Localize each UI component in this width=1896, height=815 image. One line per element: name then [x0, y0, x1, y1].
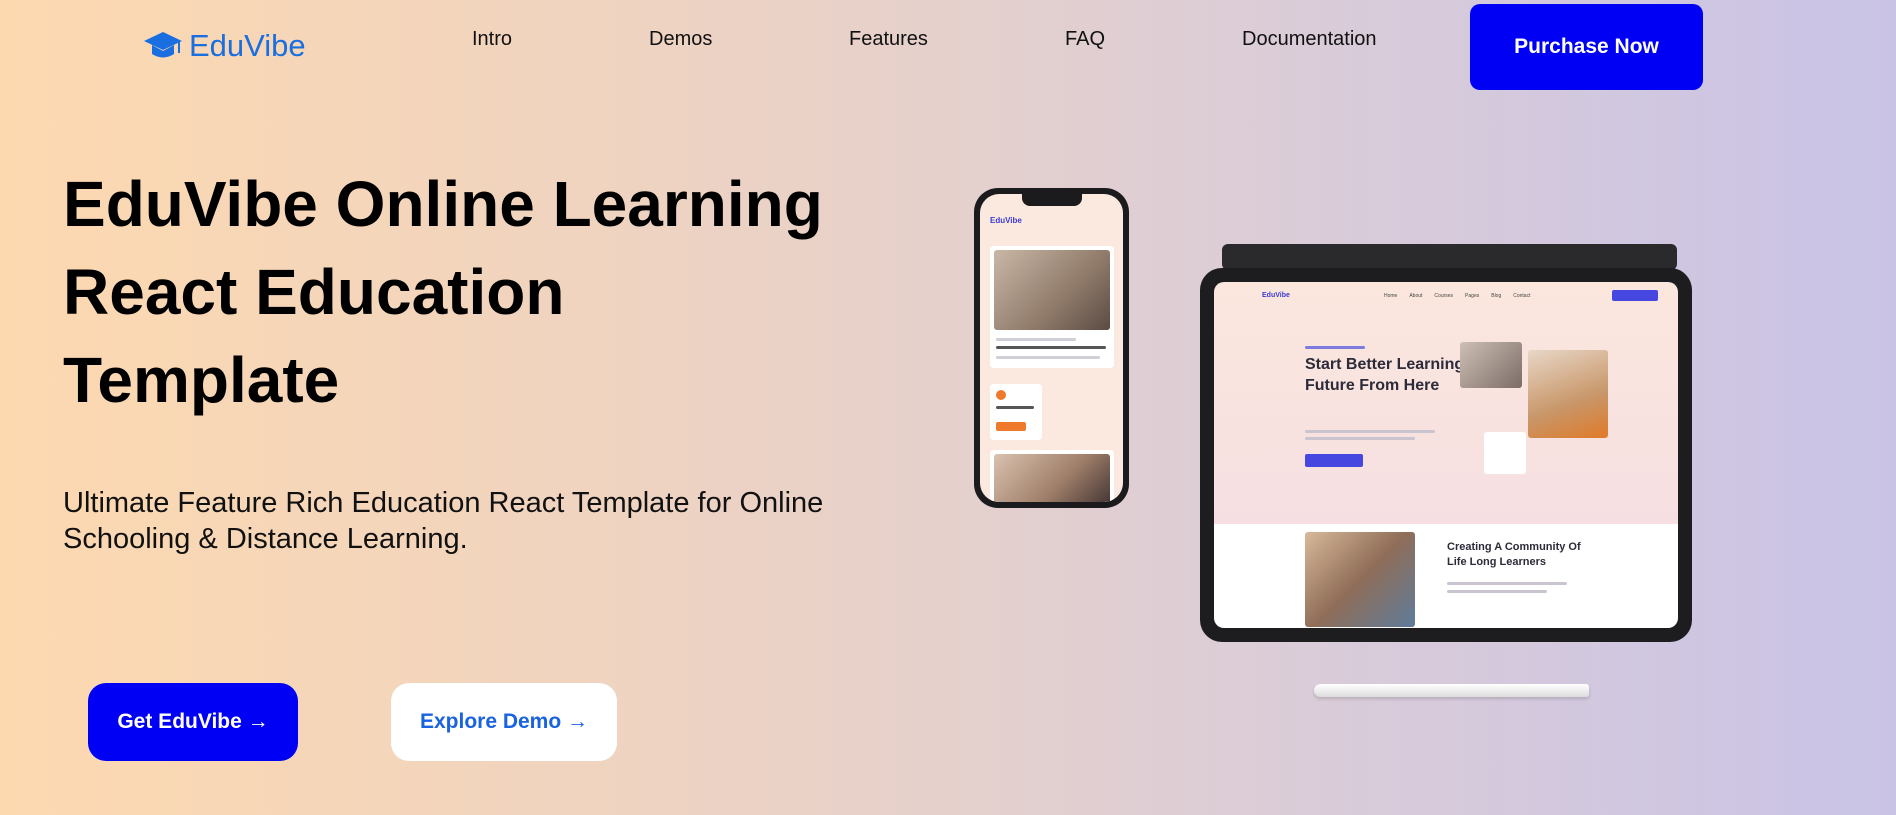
brand-logo[interactable]: EduVibe — [143, 28, 306, 64]
tablet-workshop-card — [1484, 432, 1526, 474]
phone-screen: EduVibe — [980, 194, 1123, 502]
hero-title-line-2: React Education — [63, 256, 565, 328]
top-navigation-bar: EduVibe Intro Demos Features FAQ Documen… — [0, 0, 1896, 90]
phone-course-meta — [996, 338, 1076, 341]
tablet-nav-item: Home — [1384, 293, 1398, 299]
tablet-subheading: Creating A Community Of Life Long Learne… — [1447, 541, 1581, 568]
phone-mockup: EduVibe — [974, 188, 1129, 508]
tablet-community-image — [1305, 532, 1415, 627]
phone-workshop-title — [996, 406, 1034, 409]
explore-demo-button[interactable]: Explore Demo → — [391, 683, 617, 761]
get-eduvibe-button[interactable]: Get EduVibe → — [88, 683, 298, 761]
tablet-mockup: EduVibe Home About Courses Pages Blog Co… — [1200, 268, 1692, 642]
tablet-cta-button — [1305, 454, 1363, 467]
stylus-pencil — [1314, 684, 1589, 697]
phone-course-desc — [996, 356, 1100, 359]
purchase-now-button[interactable]: Purchase Now — [1470, 4, 1703, 90]
phone-course-title — [996, 346, 1106, 349]
tablet-login-button — [1612, 290, 1658, 301]
phone-notch — [1021, 194, 1082, 206]
tablet-nav-item: Courses — [1434, 293, 1454, 299]
phone-student-image — [994, 454, 1110, 502]
phone-workshop-button — [996, 422, 1026, 431]
nav-documentation[interactable]: Documentation — [1242, 28, 1377, 51]
tablet-eyebrow — [1305, 346, 1365, 349]
tablet-course-image — [1460, 342, 1522, 388]
nav-demos[interactable]: Demos — [649, 28, 712, 51]
tablet-logo: EduVibe — [1262, 292, 1290, 299]
tablet-desc-line — [1447, 590, 1547, 593]
tablet-heading: Start Better Learning Future From Here — [1305, 356, 1465, 394]
tablet-desc-line — [1447, 582, 1567, 585]
phone-course-card — [990, 246, 1114, 368]
tablet-desc-line — [1305, 430, 1435, 433]
hero-title: EduVibe Online Learning React Education … — [63, 160, 963, 424]
tablet-nav-item: Blog — [1491, 293, 1502, 299]
tablet-student-image — [1528, 350, 1608, 438]
phone-workshop-card — [990, 384, 1042, 440]
nav-faq[interactable]: FAQ — [1065, 28, 1105, 51]
graduation-cap-icon — [144, 32, 182, 58]
tablet-desc-line — [1305, 437, 1415, 440]
tablet-nav-item: Contact — [1513, 293, 1531, 299]
phone-student-card — [990, 450, 1114, 502]
tablet-cover-edge — [1222, 244, 1677, 270]
nav-intro[interactable]: Intro — [472, 28, 512, 51]
hero-title-line-1: EduVibe Online Learning — [63, 168, 823, 240]
phone-workshop-avatar — [996, 390, 1006, 400]
tablet-nav: Home About Courses Pages Blog Contact — [1384, 293, 1530, 299]
phone-course-image — [994, 250, 1110, 330]
tablet-screen: EduVibe Home About Courses Pages Blog Co… — [1214, 282, 1678, 628]
hero-subtitle: Ultimate Feature Rich Education React Te… — [63, 487, 824, 555]
tablet-nav-item: About — [1409, 293, 1423, 299]
phone-logo: EduVibe — [990, 216, 1022, 225]
nav-features[interactable]: Features — [849, 28, 928, 51]
brand-name: EduVibe — [189, 28, 306, 63]
tablet-nav-item: Pages — [1465, 293, 1480, 299]
hero-title-line-3: Template — [63, 344, 340, 416]
